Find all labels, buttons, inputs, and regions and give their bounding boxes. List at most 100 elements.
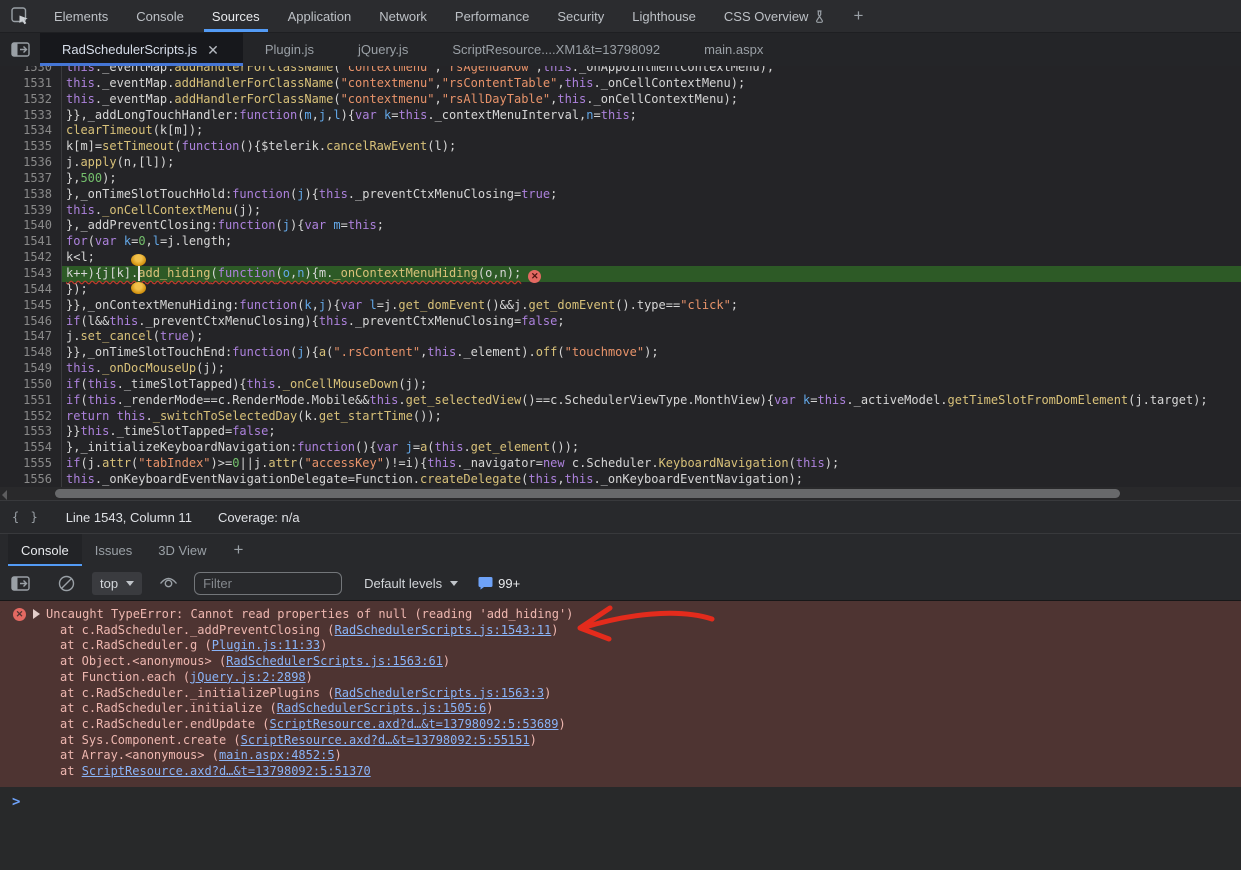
line-number[interactable]: 1539 [0,203,52,219]
line-number[interactable]: 1542 [0,250,52,266]
line-number[interactable]: 1540 [0,218,52,234]
javascript-context-dropdown[interactable]: top [92,572,142,595]
add-drawer-tab-button[interactable]: + [219,534,257,566]
line-number[interactable]: 1556 [0,472,52,488]
panel-tab-security[interactable]: Security [543,0,618,32]
line-number[interactable]: 1541 [0,234,52,250]
drawer-tab-issues[interactable]: Issues [82,534,146,566]
line-number[interactable]: 1531 [0,76,52,92]
inspect-element-button[interactable] [0,0,40,32]
line-number[interactable]: 1546 [0,314,52,330]
line-number[interactable]: 1554 [0,440,52,456]
line-number[interactable]: 1549 [0,361,52,377]
panel-tab-lighthouse[interactable]: Lighthouse [618,0,710,32]
stack-source-link[interactable]: Plugin.js:11:33 [212,638,320,652]
file-tab-jquery-js[interactable]: jQuery.js [336,33,430,66]
clear-console-button[interactable] [54,575,78,592]
line-number[interactable]: 1535 [0,139,52,155]
code-line[interactable]: k++){j[k].add_hiding(function(o,n){m._on… [62,266,1241,282]
panel-tab-performance[interactable]: Performance [441,0,543,32]
line-number[interactable]: 1545 [0,298,52,314]
pretty-print-icon[interactable]: { } [12,510,40,524]
code-line[interactable]: },500); [66,171,1241,187]
code-line[interactable]: }},_addLongTouchHandler:function(m,j,l){… [66,108,1241,124]
line-number[interactable]: 1555 [0,456,52,472]
code-line[interactable]: this._onCellContextMenu(j); [66,203,1241,219]
line-number[interactable]: 1552 [0,409,52,425]
code-line[interactable]: if(l&&this._preventCtxMenuClosing){this.… [66,314,1241,330]
code-line[interactable]: },_addPreventClosing:function(j){var m=t… [66,218,1241,234]
line-number[interactable]: 1532 [0,92,52,108]
code-line[interactable]: if(this._renderMode==c.RenderMode.Mobile… [66,393,1241,409]
panel-tab-console[interactable]: Console [122,0,198,32]
drawer-tab-console[interactable]: Console [8,534,82,566]
stack-source-link[interactable]: RadSchedulerScripts.js:1563:3 [335,686,545,700]
code-line[interactable]: k[m]=setTimeout(function(){$telerik.canc… [66,139,1241,155]
code-line[interactable]: this._eventMap.addHandlerForClassName("c… [66,66,1241,76]
code-line[interactable]: }}this._timeSlotTapped=false; [66,424,1241,440]
code-line[interactable]: this._eventMap.addHandlerForClassName("c… [66,92,1241,108]
stack-source-link[interactable]: main.aspx:4852:5 [219,748,335,762]
line-number[interactable]: 1538 [0,187,52,203]
code-line[interactable]: return this._switchToSelectedDay(k.get_s… [66,409,1241,425]
panel-tab-elements[interactable]: Elements [40,0,122,32]
code-line[interactable]: this._eventMap.addHandlerForClassName("c… [66,76,1241,92]
stack-source-link[interactable]: ScriptResource.axd?d…&t=13798092:5:53689 [270,717,559,731]
file-tab-plugin-js[interactable]: Plugin.js [243,33,336,66]
code-line[interactable]: if(j.attr("tabIndex")>=0||j.attr("access… [66,456,1241,472]
console-filter-input[interactable] [194,572,342,595]
code-line[interactable]: this._onDocMouseUp(j); [66,361,1241,377]
drawer-tab-3d-view[interactable]: 3D View [145,534,219,566]
line-number[interactable]: 1536 [0,155,52,171]
expand-triangle-icon[interactable] [33,609,45,619]
code-line[interactable]: },_initializeKeyboardNavigation:function… [66,440,1241,456]
panel-tab-sources[interactable]: Sources [198,0,274,32]
line-number[interactable]: 1547 [0,329,52,345]
panel-tab-network[interactable]: Network [365,0,441,32]
stack-source-link[interactable]: RadSchedulerScripts.js:1563:61 [226,654,443,668]
line-number[interactable]: 1553 [0,424,52,440]
log-levels-dropdown[interactable]: Default levels [364,576,458,591]
code-line[interactable]: this._onKeyboardEventNavigationDelegate=… [66,472,1241,488]
stack-source-link[interactable]: RadSchedulerScripts.js:1543:11 [335,623,552,637]
code-line[interactable]: if(this._timeSlotTapped){this._onCellMou… [66,377,1241,393]
stack-source-link[interactable]: RadSchedulerScripts.js:1505:6 [277,701,487,715]
code-line[interactable]: k<l; [66,250,1241,266]
code-line[interactable]: j.set_cancel(true); [66,329,1241,345]
toggle-navigator-sidebar-button[interactable] [0,33,40,66]
line-number[interactable]: 1550 [0,377,52,393]
stack-source-link[interactable]: ScriptResource.axd?d…&t=13798092:5:55151 [241,733,530,747]
code-line[interactable]: }},_onTimeSlotTouchEnd:function(j){a(".r… [66,345,1241,361]
messages-count-badge[interactable]: 99+ [478,576,520,591]
line-number[interactable]: 1533 [0,108,52,124]
panel-tab-application[interactable]: Application [274,0,366,32]
code-line[interactable]: for(var k=0,l=j.length; [66,234,1241,250]
line-number[interactable]: 1530 [0,66,52,76]
code-line[interactable]: }); [66,282,1241,298]
editor-horizontal-scrollbar[interactable] [0,487,1241,500]
code-line[interactable]: },_onTimeSlotTouchHold:function(j){this.… [66,187,1241,203]
file-tab-radschedulerscripts-js[interactable]: RadSchedulerScripts.js✕ [40,33,243,66]
file-tab-scriptresource-xm1-t-13798092[interactable]: ScriptResource....XM1&t=13798092 [430,33,682,66]
line-number[interactable]: 1534 [0,123,52,139]
code-line[interactable]: }},_onContextMenuHiding:function(k,j){va… [66,298,1241,314]
code-line[interactable]: clearTimeout(k[m]); [66,123,1241,139]
panel-tab-css-overview[interactable]: CSS Overview [710,0,840,32]
line-number-gutter[interactable]: 1530153115321533153415351536153715381539… [0,66,62,500]
line-number[interactable]: 1548 [0,345,52,361]
close-tab-icon[interactable]: ✕ [205,41,221,59]
code-line[interactable]: j.apply(n,[l]); [66,155,1241,171]
stack-source-link[interactable]: jQuery.js:2:2898 [190,670,306,684]
stack-source-link[interactable]: ScriptResource.axd?d…&t=13798092:5:51370 [82,764,371,778]
scrollbar-thumb[interactable] [55,489,1120,498]
code-editor[interactable]: 1530153115321533153415351536153715381539… [0,66,1241,500]
console-prompt-row[interactable]: > [0,787,1241,811]
file-tab-main-aspx[interactable]: main.aspx [682,33,785,66]
create-live-expression-button[interactable] [156,577,180,590]
console-sidebar-toggle-button[interactable] [0,576,40,591]
line-number[interactable]: 1551 [0,393,52,409]
add-panel-tab-button[interactable]: + [839,0,877,32]
line-number[interactable]: 1544 [0,282,52,298]
scroll-left-arrow-icon[interactable] [2,490,7,500]
line-number[interactable]: 1543 [0,266,52,282]
